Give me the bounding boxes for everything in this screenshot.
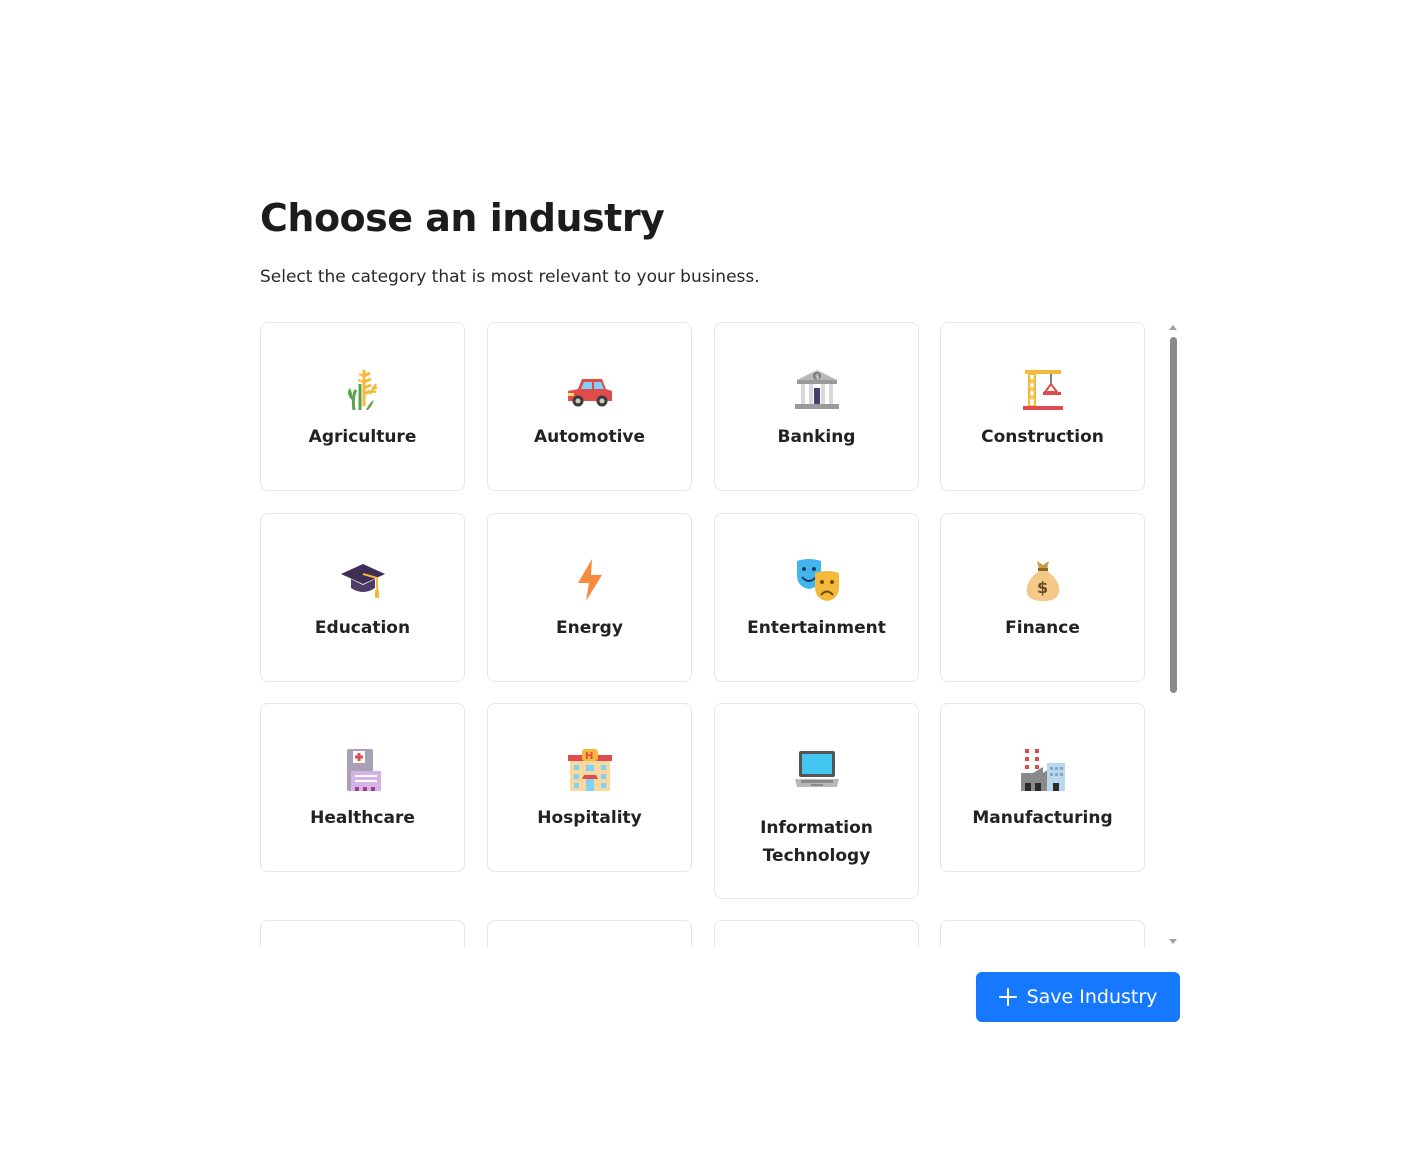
save-industry-label: Save Industry — [1026, 986, 1158, 1008]
theater-masks-icon — [793, 556, 841, 604]
industry-label: Automotive — [533, 427, 646, 447]
industry-label: Entertainment — [747, 618, 886, 638]
factory-icon — [1019, 746, 1067, 794]
industry-label: Banking — [777, 427, 856, 447]
bank-icon: $ — [793, 365, 841, 413]
industry-card-construction[interactable]: Construction — [940, 322, 1145, 491]
svg-text:$: $ — [815, 373, 819, 381]
industry-card-healthcare[interactable]: Healthcare — [260, 703, 465, 872]
grid-scrollbar[interactable] — [1166, 322, 1181, 947]
industry-card-partial[interactable] — [714, 920, 919, 947]
money-bag-icon: $ — [1019, 556, 1067, 604]
industry-card-manufacturing[interactable]: Manufacturing — [940, 703, 1145, 872]
industry-card-banking[interactable]: $ Banking — [714, 322, 919, 491]
scroll-down-arrow-icon[interactable] — [1169, 939, 1177, 944]
page-title: Choose an industry — [260, 196, 665, 240]
industry-label: Construction — [981, 427, 1104, 447]
industry-card-partial[interactable] — [260, 920, 465, 947]
industry-label: Manufacturing — [972, 808, 1113, 828]
plus-icon — [998, 988, 1017, 1006]
industry-label: Education — [314, 618, 411, 638]
industry-card-partial[interactable] — [487, 920, 692, 947]
svg-text:$: $ — [1037, 578, 1048, 597]
industry-grid: Agriculture Automotive $ Banking Constru… — [260, 322, 1160, 947]
industry-card-hospitality[interactable]: H Hospitality — [487, 703, 692, 872]
scroll-up-arrow-icon[interactable] — [1169, 325, 1177, 330]
industry-card-energy[interactable]: Energy — [487, 513, 692, 682]
industry-label: Finance — [1005, 618, 1080, 638]
industry-card-agriculture[interactable]: Agriculture — [260, 322, 465, 491]
agriculture-icon — [339, 365, 387, 413]
hotel-icon: H — [566, 746, 614, 794]
crane-icon — [1019, 365, 1067, 413]
industry-label: Healthcare — [310, 808, 415, 828]
industry-card-automotive[interactable]: Automotive — [487, 322, 692, 491]
hospital-icon — [339, 746, 387, 794]
svg-text:H: H — [585, 751, 593, 762]
industry-card-entertainment[interactable]: Entertainment — [714, 513, 919, 682]
page-subtitle: Select the category that is most relevan… — [260, 267, 760, 287]
lightning-icon — [566, 556, 614, 604]
industry-card-finance[interactable]: $ Finance — [940, 513, 1145, 682]
industry-card-information-technology[interactable]: Information Technology — [714, 703, 919, 899]
industry-label: Energy — [556, 618, 623, 638]
laptop-icon — [793, 746, 841, 794]
industry-label: Agriculture — [308, 427, 417, 447]
industry-card-education[interactable]: Education — [260, 513, 465, 682]
industry-card-partial[interactable] — [940, 920, 1145, 947]
graduation-cap-icon — [339, 556, 387, 604]
industry-label: Hospitality — [537, 808, 642, 828]
scrollbar-thumb[interactable] — [1170, 337, 1177, 693]
car-icon — [566, 365, 614, 413]
save-industry-button[interactable]: Save Industry — [976, 972, 1180, 1022]
industry-label: Information Technology — [760, 818, 873, 866]
